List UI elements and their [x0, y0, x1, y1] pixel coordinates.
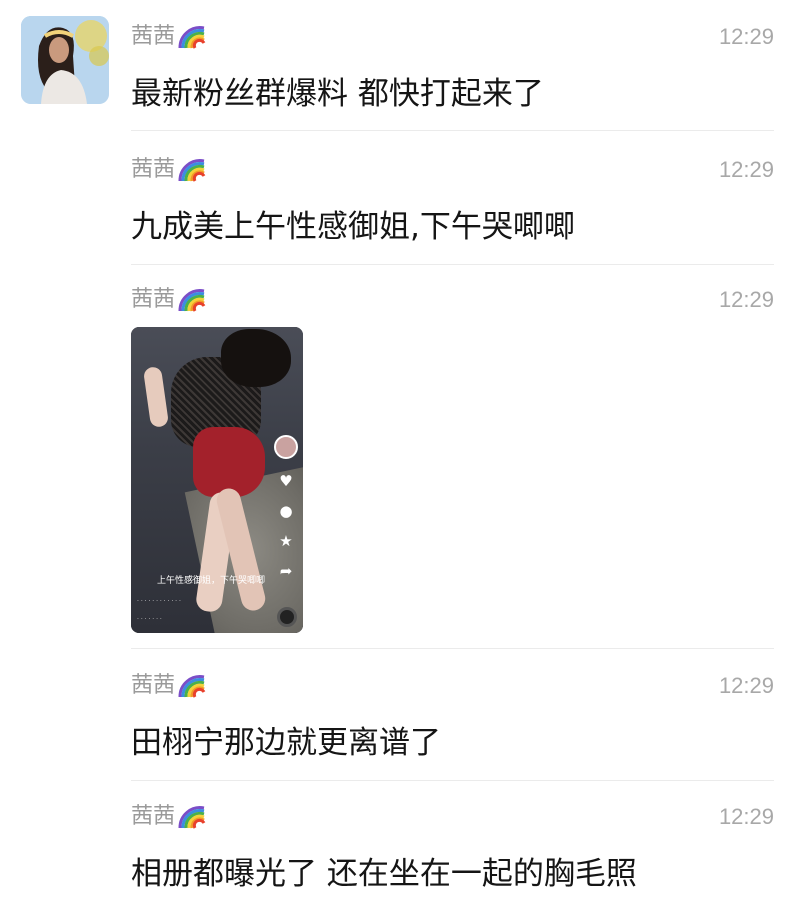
creator-avatar-icon [274, 435, 298, 459]
message-item[interactable]: 茜茜 12:29 田栩宁那边就更离谱了 [131, 671, 774, 771]
sender-name: 茜茜 [131, 285, 207, 315]
message-time: 12:29 [718, 157, 774, 182]
user-avatar[interactable] [21, 16, 109, 104]
message-text: 最新粉丝群爆料 都快打起来了 [131, 76, 544, 112]
message-item[interactable]: 茜茜 12:29 九成美上午性感御姐,下午哭唧唧 [131, 155, 774, 255]
message-item[interactable]: 茜茜 12:29 最新粉丝群爆料 都快打起来了 [131, 22, 774, 122]
rainbow-icon [178, 675, 206, 698]
rainbow-icon [178, 806, 206, 829]
message-time: 12:29 [718, 24, 774, 49]
video-figure [193, 427, 265, 497]
video-figure [221, 329, 291, 387]
star-icon: ★ [279, 532, 293, 550]
message-text: 田栩宁那边就更离谱了 [131, 725, 441, 761]
video-caption-small: · · · · · · · [137, 616, 162, 623]
video-side-icons: ♥ ● ★ ➦ [273, 435, 299, 579]
video-caption-small: · · · · · · · · · · · · [137, 598, 181, 605]
message-time: 12:29 [718, 673, 774, 698]
music-disc-icon [277, 607, 297, 627]
message-text: 九成美上午性感御姐,下午哭唧唧 [131, 209, 575, 245]
divider [131, 780, 774, 781]
message-time: 12:29 [718, 287, 774, 312]
divider [131, 648, 774, 649]
sender-name: 茜茜 [131, 671, 207, 701]
share-icon: ➦ [279, 562, 293, 580]
sender-label: 茜茜 [131, 804, 176, 829]
sender-label: 茜茜 [131, 287, 176, 312]
chat-history: 茜茜 12:29 最新粉丝群爆料 都快打起来了 茜茜 12:29 九成美上午性感… [0, 0, 800, 907]
message-text: 相册都曝光了 还在坐在一起的胸毛照 [131, 856, 637, 892]
rainbow-icon [178, 289, 206, 312]
video-caption: 上午性感御姐，下午哭唧唧 [157, 576, 266, 586]
video-thumbnail[interactable]: ♥ ● ★ ➦ 上午性感御姐，下午哭唧唧 · · · · · · · · · ·… [131, 327, 303, 633]
sender-label: 茜茜 [131, 24, 176, 49]
sender-name: 茜茜 [131, 22, 207, 52]
rainbow-icon [178, 26, 206, 49]
message-item[interactable]: 茜茜 12:29 ♥ ● ★ ➦ 上午性感御姐，下午哭唧唧 · · · · · … [131, 285, 774, 635]
sender-name: 茜茜 [131, 802, 207, 832]
divider [131, 130, 774, 131]
rainbow-icon [178, 159, 206, 182]
sender-label: 茜茜 [131, 673, 176, 698]
sender-name: 茜茜 [131, 155, 207, 185]
divider [131, 264, 774, 265]
sender-label: 茜茜 [131, 157, 176, 182]
heart-icon: ♥ [279, 472, 293, 490]
message-item[interactable]: 茜茜 12:29 相册都曝光了 还在坐在一起的胸毛照 [131, 802, 774, 902]
message-time: 12:29 [718, 804, 774, 829]
avatar-photo [21, 16, 109, 104]
comment-icon: ● [279, 502, 293, 520]
